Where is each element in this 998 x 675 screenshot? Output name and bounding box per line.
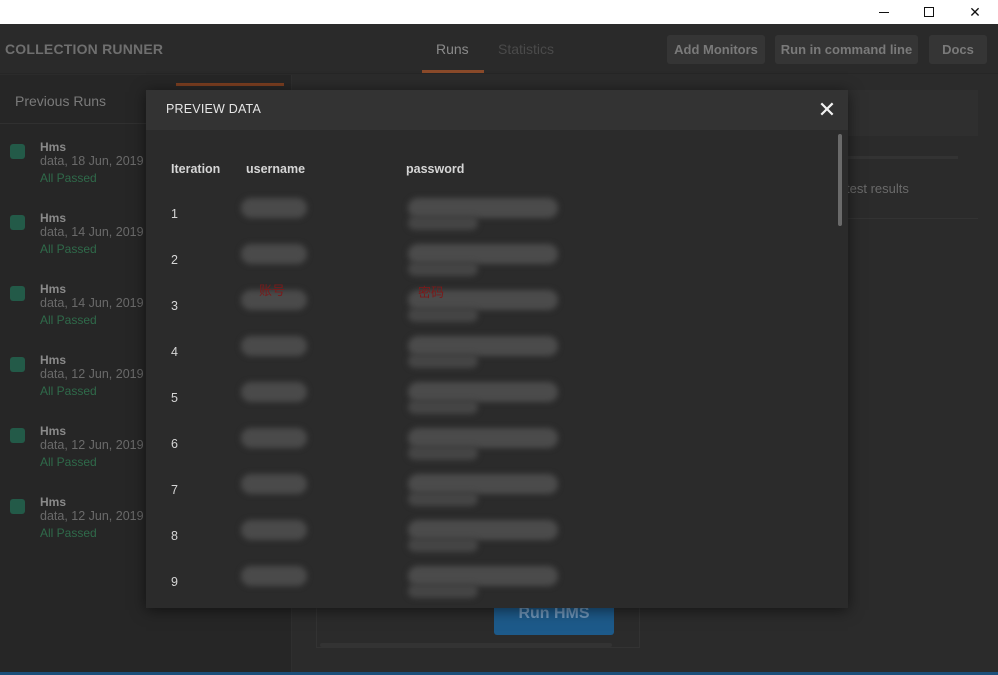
run-list-item[interactable]: Hms data, 12 Jun, 2019 All Passed <box>0 414 150 484</box>
redacted-password <box>408 584 478 598</box>
maximize-icon[interactable] <box>906 0 952 24</box>
previous-runs-title: Previous Runs <box>15 93 107 109</box>
table-row: 9 <box>146 566 826 608</box>
redacted-password <box>408 492 478 506</box>
run-list-item[interactable]: Hms data, 14 Jun, 2019 All Passed <box>0 272 150 342</box>
redacted-password <box>408 244 558 264</box>
background-card <box>840 90 978 136</box>
redacted-username <box>241 474 307 494</box>
vertical-scrollbar[interactable] <box>836 134 844 604</box>
redacted-username <box>241 566 307 586</box>
collection-accent-bar <box>176 83 284 86</box>
run-name: Hms <box>40 353 67 367</box>
minimize-icon[interactable] <box>861 0 907 24</box>
run-name: Hms <box>40 424 67 438</box>
iteration-cell: 3 <box>171 299 178 313</box>
tab-statistics[interactable]: Statistics <box>498 41 554 57</box>
run-status: All Passed <box>40 384 97 398</box>
redacted-password <box>408 400 478 414</box>
redacted-password <box>408 198 558 218</box>
run-date: data, 14 Jun, 2019 <box>40 296 144 310</box>
iteration-cell: 5 <box>171 391 178 405</box>
run-date: data, 18 Jun, 2019 <box>40 154 144 168</box>
active-tab-indicator <box>422 70 484 73</box>
close-icon[interactable]: ✕ <box>814 97 840 123</box>
modal-header: PREVIEW DATA ✕ <box>146 90 848 130</box>
scrollbar-thumb[interactable] <box>838 134 842 226</box>
run-list-item[interactable]: Hms data, 12 Jun, 2019 All Passed <box>0 485 150 555</box>
passed-check-icon <box>10 357 25 372</box>
run-date: data, 12 Jun, 2019 <box>40 367 144 381</box>
redacted-username <box>241 336 307 356</box>
passed-check-icon <box>10 499 25 514</box>
run-name: Hms <box>40 140 67 154</box>
divider <box>840 218 978 219</box>
tab-runs[interactable]: Runs <box>436 41 469 57</box>
redacted-password <box>408 354 478 368</box>
iteration-cell: 9 <box>171 575 178 589</box>
redacted-password <box>408 520 558 540</box>
redacted-password <box>408 262 478 276</box>
app-title: COLLECTION RUNNER <box>5 41 164 57</box>
passed-check-icon <box>10 286 25 301</box>
username-annotation: 账号 <box>259 284 286 299</box>
run-date: data, 12 Jun, 2019 <box>40 509 144 523</box>
run-status: All Passed <box>40 313 97 327</box>
run-list-item[interactable]: Hms data, 14 Jun, 2019 All Passed <box>0 201 150 271</box>
run-list-item[interactable]: Hms data, 18 Jun, 2019 All Passed <box>0 130 150 200</box>
redacted-username <box>241 382 307 402</box>
test-results-label: test results <box>846 181 909 196</box>
redacted-password <box>408 308 478 322</box>
run-in-command-line-button[interactable]: Run in command line <box>775 35 918 64</box>
iteration-cell: 1 <box>171 207 178 221</box>
preview-data-modal: PREVIEW DATA ✕ Iteration username passwo… <box>146 90 848 608</box>
run-name: Hms <box>40 282 67 296</box>
run-list-item[interactable]: Hms data, 12 Jun, 2019 All Passed <box>0 343 150 413</box>
redacted-password <box>408 538 478 552</box>
run-status: All Passed <box>40 171 97 185</box>
redacted-password <box>408 336 558 356</box>
divider <box>840 156 958 159</box>
column-header-password: password <box>406 162 465 176</box>
close-icon[interactable]: ✕ <box>952 0 998 24</box>
iteration-cell: 8 <box>171 529 178 543</box>
iteration-cell: 6 <box>171 437 178 451</box>
run-name: Hms <box>40 495 67 509</box>
run-status: All Passed <box>40 242 97 256</box>
redacted-password <box>408 566 558 586</box>
run-name: Hms <box>40 211 67 225</box>
iteration-cell: 7 <box>171 483 178 497</box>
add-monitors-button[interactable]: Add Monitors <box>667 35 765 64</box>
redacted-username <box>241 520 307 540</box>
passed-check-icon <box>10 428 25 443</box>
column-header-iteration: Iteration <box>171 162 221 176</box>
modal-title: PREVIEW DATA <box>166 102 262 116</box>
redacted-password <box>408 428 558 448</box>
iteration-cell: 2 <box>171 253 178 267</box>
passed-check-icon <box>10 144 25 159</box>
redacted-username <box>241 244 307 264</box>
run-date: data, 12 Jun, 2019 <box>40 438 144 452</box>
password-annotation: 密码 <box>418 286 445 301</box>
horizontal-scrollbar[interactable] <box>320 643 612 647</box>
preview-data-table: Iteration username password 1 2 3 4 5 6 … <box>146 130 848 608</box>
run-date: data, 14 Jun, 2019 <box>40 225 144 239</box>
passed-check-icon <box>10 215 25 230</box>
divider <box>0 123 150 124</box>
redacted-password <box>408 216 478 230</box>
redacted-username <box>241 428 307 448</box>
redacted-password <box>408 382 558 402</box>
iteration-cell: 4 <box>171 345 178 359</box>
column-header-username: username <box>246 162 306 176</box>
docs-button[interactable]: Docs <box>929 35 987 64</box>
run-status: All Passed <box>40 455 97 469</box>
redacted-password <box>408 446 478 460</box>
window-titlebar: ✕ <box>0 0 998 24</box>
run-status: All Passed <box>40 526 97 540</box>
redacted-password <box>408 474 558 494</box>
redacted-username <box>241 198 307 218</box>
